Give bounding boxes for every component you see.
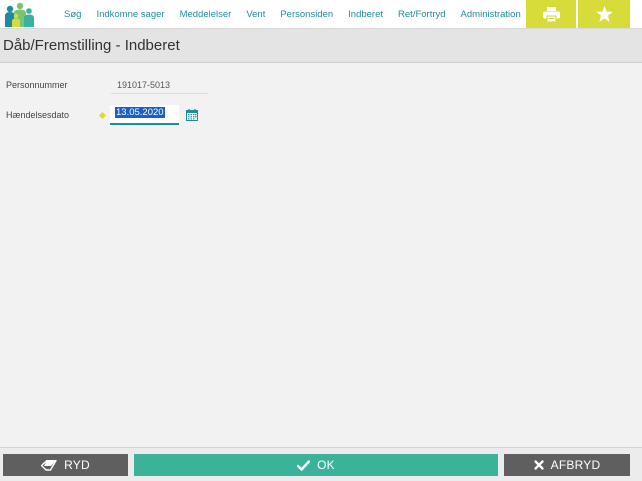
checkmark-icon xyxy=(297,459,311,471)
nav-item-wait[interactable]: Vent xyxy=(246,9,265,20)
nav-item-administration[interactable]: Administration xyxy=(461,9,521,20)
eraser-icon xyxy=(41,459,57,471)
nav-item-correct-undo[interactable]: Ret/Fortryd xyxy=(398,9,446,20)
event-date-value: 13.05.2020 xyxy=(115,107,165,118)
star-icon xyxy=(595,6,613,22)
nav-item-search[interactable]: Søg xyxy=(64,9,81,20)
personnummer-label: Personnummer xyxy=(6,80,68,90)
event-date-label: Hændelsesdato xyxy=(6,110,70,120)
nav-item-messages[interactable]: Meddelelser xyxy=(180,9,232,20)
ok-button[interactable]: OK xyxy=(134,454,498,476)
family-logo-icon[interactable] xyxy=(2,2,38,27)
favorite-button[interactable] xyxy=(578,0,630,28)
nav-item-incoming-cases[interactable]: Indkomne sager xyxy=(96,9,164,20)
nav-item-report[interactable]: Indberet xyxy=(348,9,383,20)
required-indicator-icon xyxy=(98,111,107,120)
clear-button[interactable]: RYD xyxy=(3,454,128,476)
close-icon xyxy=(534,460,544,470)
page-title: Dåb/Fremstilling - Indberet xyxy=(3,37,180,54)
calendar-icon[interactable] xyxy=(186,109,198,121)
ok-button-label: OK xyxy=(317,458,335,472)
print-button[interactable] xyxy=(526,0,576,28)
page-header: Dåb/Fremstilling - Indberet xyxy=(0,29,642,63)
top-navigation-bar: Søg Indkomne sager Meddelelser Vent Pers… xyxy=(0,0,642,29)
event-date-field[interactable]: 13.05.2020 xyxy=(110,105,179,125)
abort-button[interactable]: AFBRYD xyxy=(504,454,630,476)
clear-button-label: RYD xyxy=(64,458,90,472)
main-menu: Søg Indkomne sager Meddelelser Vent Pers… xyxy=(64,0,536,28)
personnummer-value: 191017-5013 xyxy=(111,77,208,94)
abort-button-label: AFBRYD xyxy=(550,458,601,472)
nav-item-person-page[interactable]: Personsiden xyxy=(280,9,333,20)
action-bar: RYD OK AFBRYD xyxy=(0,447,642,481)
printer-icon xyxy=(542,6,560,22)
